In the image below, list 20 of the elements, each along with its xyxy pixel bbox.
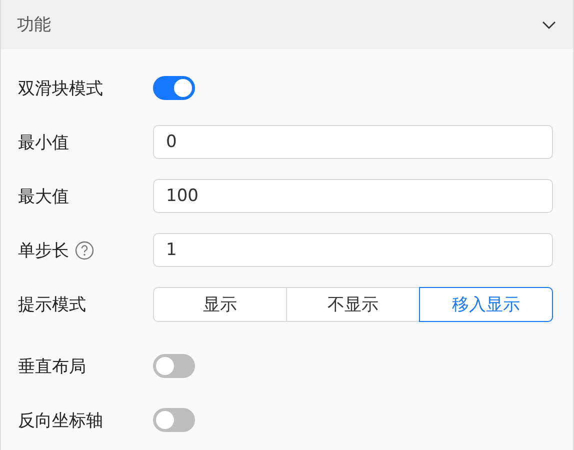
segment-option[interactable]: 显示 bbox=[153, 286, 287, 322]
input-field[interactable]: 0 bbox=[153, 125, 553, 159]
toggle-switch[interactable] bbox=[153, 408, 195, 432]
segment-option[interactable]: 不显示 bbox=[286, 286, 420, 322]
help-icon[interactable] bbox=[75, 240, 94, 260]
field-label: 最大值 bbox=[18, 186, 69, 208]
input-field[interactable]: 1 bbox=[153, 233, 553, 267]
field-label: 单步长 bbox=[18, 240, 69, 262]
field-label: 垂直布局 bbox=[18, 356, 86, 378]
panel-title: 功能 bbox=[17, 14, 51, 36]
panel-header[interactable]: 功能 bbox=[1, 0, 573, 49]
chevron-down-icon[interactable] bbox=[542, 20, 556, 28]
field-label: 反向坐标轴 bbox=[18, 410, 103, 432]
field-label: 提示模式 bbox=[18, 294, 86, 316]
input-field[interactable]: 100 bbox=[153, 179, 553, 213]
field-label: 最小值 bbox=[18, 132, 69, 154]
toggle-switch[interactable] bbox=[153, 354, 195, 378]
field-label: 双滑块模式 bbox=[18, 78, 103, 100]
toggle-switch[interactable] bbox=[153, 76, 195, 100]
segment-option[interactable]: 移入显示 bbox=[419, 286, 553, 322]
